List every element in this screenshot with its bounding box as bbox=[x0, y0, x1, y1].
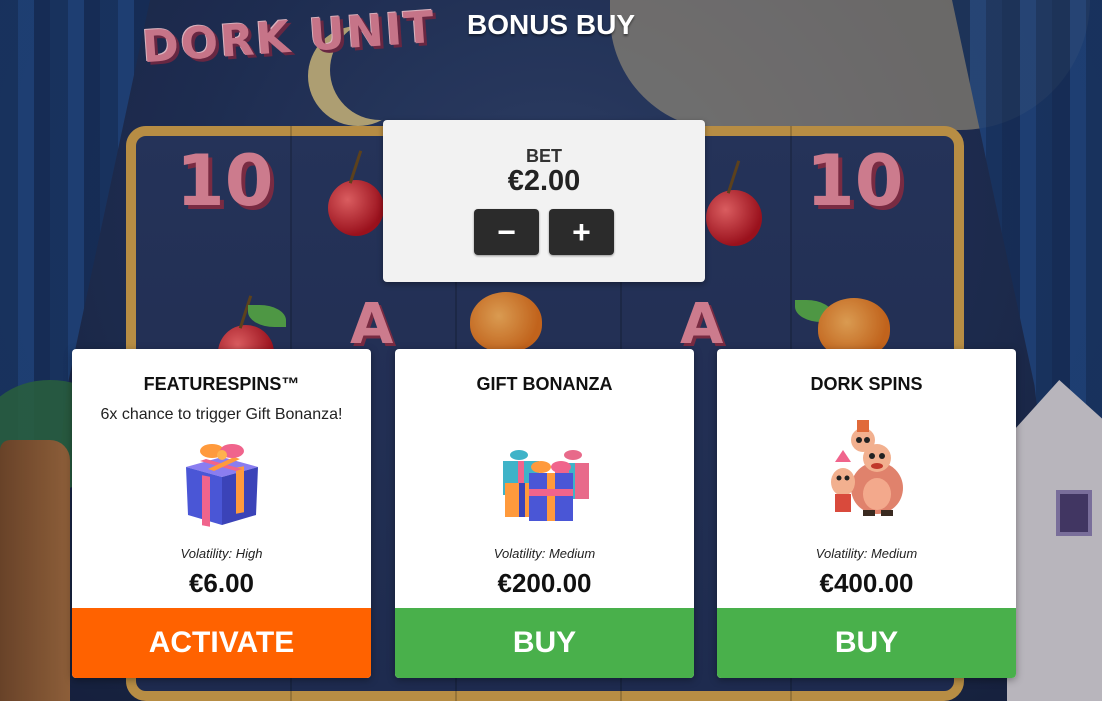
dork-spins-card: DORK SPINS Volatility: Medium €400.00 BU… bbox=[717, 349, 1016, 678]
card-title: GIFT BONANZA bbox=[476, 374, 613, 394]
volatility-label: Volatility: High bbox=[180, 546, 263, 561]
volatility-label: Volatility: Medium bbox=[493, 546, 596, 561]
increase-bet-button[interactable]: + bbox=[549, 209, 614, 255]
decrease-bet-button[interactable]: − bbox=[474, 209, 539, 255]
price-label: €200.00 bbox=[497, 568, 592, 598]
card-title: DORK SPINS bbox=[810, 374, 923, 394]
card-title: FEATURESPINS™ bbox=[143, 374, 300, 394]
volatility-label: Volatility: Medium bbox=[815, 546, 918, 561]
card-description: 6x chance to trigger Gift Bonanza! bbox=[100, 406, 343, 423]
gift-pile-icon bbox=[503, 450, 589, 521]
gift-bonanza-card: GIFT BONANZA Volatility: Medium €200.00 … bbox=[395, 349, 694, 678]
bet-label: BET bbox=[526, 146, 562, 166]
price-label: €6.00 bbox=[188, 568, 255, 598]
buy-dork-spins-button[interactable]: BUY bbox=[717, 608, 1016, 678]
modal-title: BONUS BUY bbox=[466, 9, 635, 40]
buy-gift-bonanza-button[interactable]: BUY bbox=[395, 608, 694, 678]
dork-characters-icon bbox=[831, 420, 903, 516]
gift-box-icon bbox=[186, 444, 258, 527]
featurespins-card: FEATURESPINS™ 6x chance to trigger Gift … bbox=[72, 349, 371, 678]
price-label: €400.00 bbox=[819, 568, 914, 598]
bet-panel: BET €2.00 − + bbox=[383, 120, 705, 282]
bet-value: €2.00 bbox=[507, 165, 581, 197]
activate-button[interactable]: ACTIVATE bbox=[72, 608, 371, 678]
